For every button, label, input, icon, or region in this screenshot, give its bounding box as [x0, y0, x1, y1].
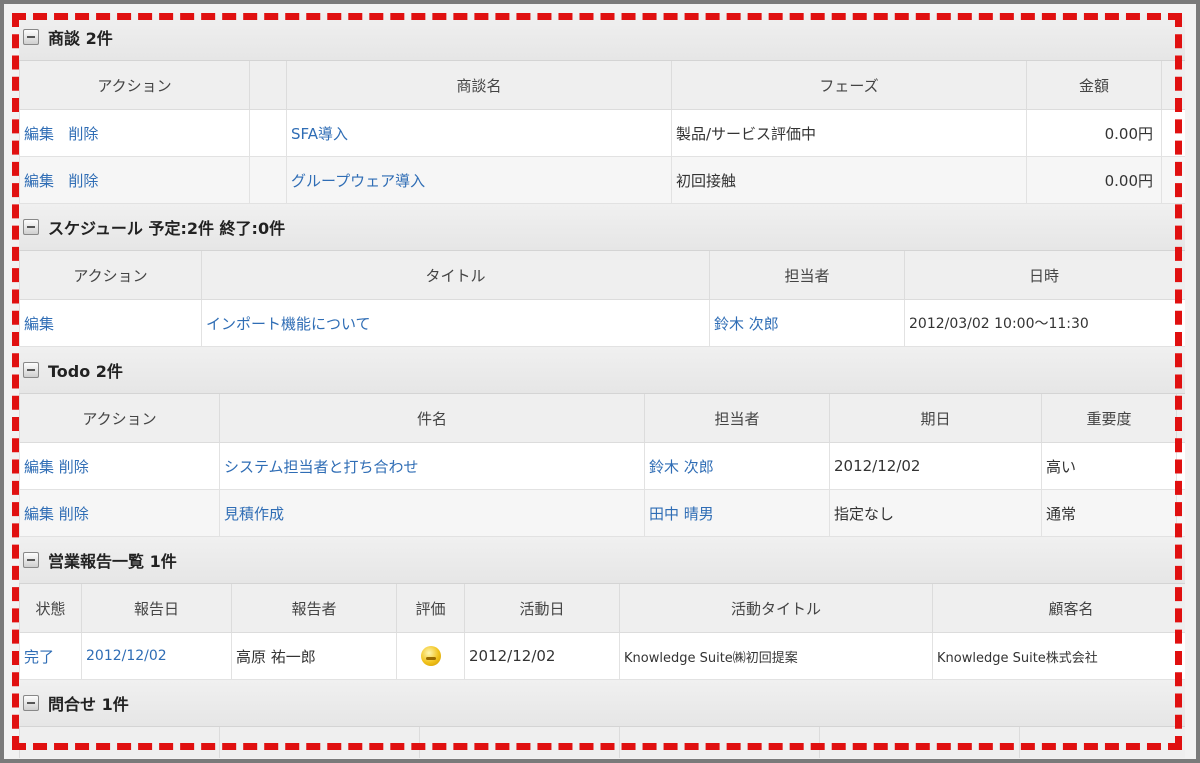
- column-header[interactable]: 担当者: [644, 394, 830, 443]
- table-row: 編集 インポート機能について 鈴木 次郎 2012/03/02 10:00～11…: [19, 299, 1185, 347]
- action-cell: 編集 削除: [19, 156, 250, 204]
- column-header[interactable]: 顧客名: [932, 584, 1185, 633]
- reporter: 高原 祐一郎: [231, 632, 397, 680]
- section-deals-title: 商談 2件: [48, 29, 113, 48]
- report-status-link[interactable]: 完了: [24, 648, 54, 666]
- collapse-icon[interactable]: [23, 362, 39, 378]
- table-row: 編集 削除 見積作成 田中 晴男 指定なし 通常: [19, 489, 1185, 537]
- todo-table: アクション 件名 担当者 期日 重要度 編集 削除 システム担当者と打ち合わせ …: [19, 394, 1185, 537]
- column-header[interactable]: 件名: [219, 394, 645, 443]
- table-header-row: アクション 商談名 フェーズ 金額: [19, 61, 1185, 110]
- column-header-extra: [1176, 394, 1185, 443]
- smile-icon: [420, 646, 441, 666]
- table-row: 編集 削除 SFA導入 製品/サービス評価中 0.00円: [19, 109, 1185, 157]
- table-header-row: [19, 727, 1185, 758]
- deal-phase: 製品/サービス評価中: [671, 109, 1027, 157]
- deal-phase: 初回接触: [671, 156, 1027, 204]
- deal-name-link[interactable]: SFA導入: [291, 125, 348, 143]
- column-header[interactable]: 日時: [904, 251, 1185, 300]
- collapse-icon[interactable]: [23, 552, 39, 568]
- customer-name: Knowledge Suite株式会社: [932, 632, 1185, 680]
- column-header-extra: [1161, 61, 1185, 110]
- column-header[interactable]: 報告者: [231, 584, 397, 633]
- edit-link[interactable]: 編集: [24, 505, 54, 523]
- action-cell: 編集 削除: [19, 442, 220, 490]
- reports-table: 状態 報告日 報告者 評価 活動日 活動タイトル 顧客名 完了 2012/12/…: [19, 584, 1185, 680]
- owner-link[interactable]: 鈴木 次郎: [649, 458, 714, 476]
- delete-link[interactable]: 削除: [68, 125, 98, 143]
- section-deals-header[interactable]: 商談 2件: [19, 14, 1185, 61]
- collapse-icon[interactable]: [23, 219, 39, 235]
- action-cell: 編集: [19, 299, 202, 347]
- table-header-row: アクション タイトル 担当者 日時: [19, 251, 1185, 300]
- column-header: [249, 61, 287, 110]
- column-header[interactable]: 評価: [396, 584, 465, 633]
- section-schedule-title: スケジュール 予定:2件 終了:0件: [48, 219, 286, 238]
- section-schedule-header[interactable]: スケジュール 予定:2件 終了:0件: [19, 204, 1185, 251]
- collapse-icon[interactable]: [23, 695, 39, 711]
- action-cell: 編集 削除: [19, 489, 220, 537]
- column-header[interactable]: フェーズ: [671, 61, 1027, 110]
- report-date-link[interactable]: 2012/12/02: [86, 648, 167, 664]
- todo-subject-link[interactable]: システム担当者と打ち合わせ: [224, 458, 419, 476]
- column-header[interactable]: アクション: [19, 251, 202, 300]
- section-inquiries-header[interactable]: 問合せ 1件: [19, 680, 1185, 727]
- collapse-icon[interactable]: [23, 29, 39, 45]
- edit-link[interactable]: 編集: [24, 172, 54, 190]
- todo-priority: 通常: [1041, 489, 1177, 537]
- table-header-row: アクション 件名 担当者 期日 重要度: [19, 394, 1185, 443]
- window-frame: 商談 2件 アクション 商談名 フェーズ 金額 編集 削除 SFA導入 製品/サ…: [0, 0, 1200, 763]
- delete-link[interactable]: 削除: [59, 458, 89, 476]
- action-cell: 編集 削除: [19, 109, 250, 157]
- schedule-title-link[interactable]: インポート機能について: [206, 315, 371, 333]
- todo-due: 指定なし: [829, 489, 1042, 537]
- crm-detail-panel: 商談 2件 アクション 商談名 フェーズ 金額 編集 削除 SFA導入 製品/サ…: [19, 14, 1185, 758]
- todo-due: 2012/12/02: [829, 442, 1042, 490]
- delete-link[interactable]: 削除: [68, 172, 98, 190]
- activity-date: 2012/12/02: [464, 632, 620, 680]
- owner-link[interactable]: 鈴木 次郎: [714, 315, 779, 333]
- section-inquiries-title: 問合せ 1件: [48, 695, 129, 714]
- deal-amount: 0.00円: [1026, 109, 1162, 157]
- todo-subject-link[interactable]: 見積作成: [224, 505, 284, 523]
- column-header[interactable]: 活動タイトル: [619, 584, 933, 633]
- section-todo-header[interactable]: Todo 2件: [19, 347, 1185, 394]
- section-todo-title: Todo 2件: [48, 362, 123, 381]
- edit-link[interactable]: 編集: [24, 315, 54, 333]
- schedule-datetime: 2012/03/02 10:00～11:30: [904, 299, 1185, 347]
- table-row: 編集 削除 グループウェア導入 初回接触 0.00円: [19, 156, 1185, 204]
- deal-name-link[interactable]: グループウェア導入: [291, 172, 425, 190]
- column-header[interactable]: 担当者: [709, 251, 905, 300]
- owner-link[interactable]: 田中 晴男: [649, 505, 714, 523]
- section-reports-title: 営業報告一覧 1件: [48, 552, 177, 571]
- table-row: 完了 2012/12/02 高原 祐一郎 2012/12/02 Knowledg…: [19, 632, 1185, 680]
- activity-title: Knowledge Suite㈱初回提案: [619, 632, 933, 680]
- edit-link[interactable]: 編集: [24, 125, 54, 143]
- deal-amount: 0.00円: [1026, 156, 1162, 204]
- column-header[interactable]: 重要度: [1041, 394, 1177, 443]
- column-header[interactable]: 報告日: [81, 584, 232, 633]
- column-header[interactable]: アクション: [19, 61, 250, 110]
- column-header[interactable]: 商談名: [286, 61, 672, 110]
- table-header-row: 状態 報告日 報告者 評価 活動日 活動タイトル 顧客名: [19, 584, 1185, 633]
- deals-table: アクション 商談名 フェーズ 金額 編集 削除 SFA導入 製品/サービス評価中…: [19, 61, 1185, 204]
- todo-priority: 高い: [1041, 442, 1177, 490]
- column-header[interactable]: 活動日: [464, 584, 620, 633]
- column-header[interactable]: 金額: [1026, 61, 1162, 110]
- column-header[interactable]: アクション: [19, 394, 220, 443]
- edit-link[interactable]: 編集: [24, 458, 54, 476]
- inquiries-table: [19, 727, 1185, 758]
- section-reports-header[interactable]: 営業報告一覧 1件: [19, 537, 1185, 584]
- column-header[interactable]: 状態: [19, 584, 82, 633]
- schedule-table: アクション タイトル 担当者 日時 編集 インポート機能について 鈴木 次郎 2…: [19, 251, 1185, 347]
- column-header[interactable]: タイトル: [201, 251, 710, 300]
- delete-link[interactable]: 削除: [59, 505, 89, 523]
- table-row: 編集 削除 システム担当者と打ち合わせ 鈴木 次郎 2012/12/02 高い: [19, 442, 1185, 490]
- column-header[interactable]: 期日: [829, 394, 1042, 443]
